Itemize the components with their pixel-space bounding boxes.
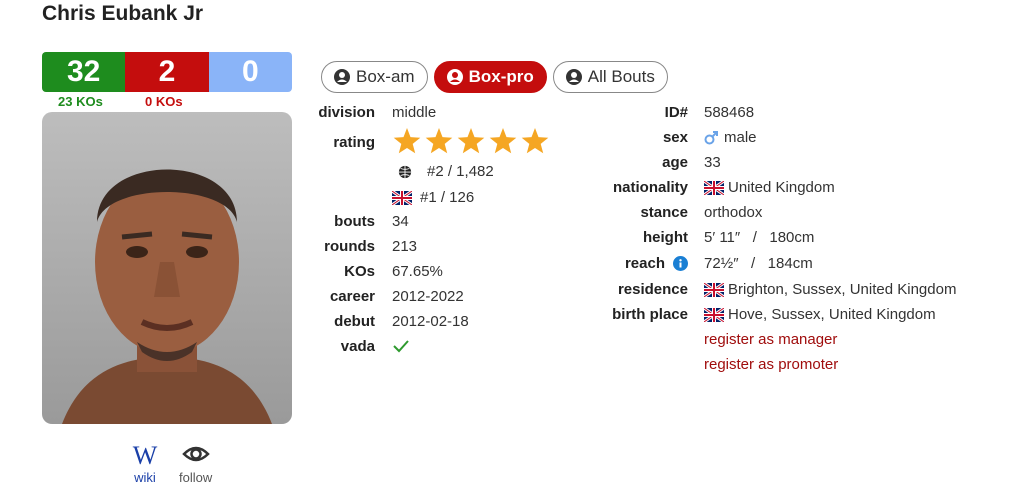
residence-label: residence bbox=[617, 281, 688, 298]
vada-check-icon bbox=[392, 338, 410, 354]
residence-row: Brighton, Sussex, United Kingdom bbox=[704, 281, 956, 298]
sex-label: sex bbox=[662, 129, 688, 146]
uk-flag-icon bbox=[704, 282, 724, 297]
career-label: career bbox=[329, 288, 375, 305]
reach-value: 72½″ / 184cm bbox=[704, 255, 813, 272]
rating-stars bbox=[392, 127, 552, 157]
globe-icon bbox=[398, 165, 412, 178]
tab-box-am[interactable]: Box-am bbox=[321, 61, 428, 93]
wins-count: 32 bbox=[42, 52, 126, 92]
age-label: age bbox=[662, 154, 688, 171]
rating-country: #1 / 126 bbox=[392, 189, 474, 206]
id-label: ID# bbox=[664, 104, 688, 121]
star-icon bbox=[457, 128, 485, 154]
vada-label: vada bbox=[340, 338, 375, 355]
follow-link[interactable]: follow bbox=[179, 440, 212, 485]
wikipedia-icon: W bbox=[130, 440, 160, 470]
rounds-label: rounds bbox=[324, 238, 375, 255]
nationality-label: nationality bbox=[612, 179, 688, 196]
kos-label: KOs bbox=[344, 263, 375, 280]
user-icon bbox=[446, 69, 463, 85]
male-icon bbox=[704, 130, 718, 144]
rounds-value: 213 bbox=[392, 238, 418, 255]
win-kos: 23 KOs bbox=[58, 94, 103, 109]
division-label: division bbox=[318, 104, 375, 121]
uk-flag-icon bbox=[392, 190, 412, 205]
reach-label: reach bbox=[624, 255, 665, 272]
wiki-label: wiki bbox=[134, 470, 156, 485]
tab-box-pro[interactable]: Box-pro bbox=[433, 61, 547, 93]
tab-label: Box-pro bbox=[468, 67, 534, 86]
nationality-row: United Kingdom bbox=[704, 179, 835, 196]
eye-icon bbox=[179, 440, 212, 468]
star-icon bbox=[489, 128, 517, 154]
wiki-link[interactable]: W wiki bbox=[130, 440, 160, 485]
star-icon bbox=[521, 128, 549, 154]
stance-value: orthodox bbox=[704, 204, 763, 221]
info-icon[interactable] bbox=[673, 256, 688, 271]
follow-label: follow bbox=[179, 470, 213, 485]
sex-row: male bbox=[704, 129, 757, 146]
birthplace-label: birth place bbox=[612, 306, 688, 323]
country-rank: #1 / 126 bbox=[420, 189, 475, 206]
register-manager-link[interactable]: register as manager bbox=[704, 331, 837, 348]
record-box: 32 2 0 bbox=[42, 52, 292, 92]
bout-tabs: Box-am Box-pro All Bouts bbox=[321, 61, 668, 93]
star-icon bbox=[393, 128, 421, 154]
birthplace-row: Hove, Sussex, United Kingdom bbox=[704, 306, 936, 323]
losses-count: 2 bbox=[125, 52, 209, 92]
height-label: height bbox=[643, 229, 688, 246]
sex-value: male bbox=[724, 129, 757, 146]
fighter-photo bbox=[42, 112, 292, 424]
kos-value: 67.65% bbox=[392, 263, 443, 280]
star-icon bbox=[425, 128, 453, 154]
debut-label: debut bbox=[334, 313, 375, 330]
stance-label: stance bbox=[640, 204, 688, 221]
uk-flag-icon bbox=[704, 180, 724, 195]
residence-value: Brighton, Sussex, United Kingdom bbox=[728, 281, 957, 298]
uk-flag-icon bbox=[704, 307, 724, 322]
age-value: 33 bbox=[704, 154, 721, 171]
career-value: 2012-2022 bbox=[392, 288, 464, 305]
register-promoter-link[interactable]: register as promoter bbox=[704, 356, 838, 373]
tab-label: All Bouts bbox=[587, 67, 655, 86]
birthplace-value: Hove, Sussex, United Kingdom bbox=[728, 306, 936, 323]
reach-label-row: reach bbox=[625, 255, 688, 272]
tab-all-bouts[interactable]: All Bouts bbox=[552, 61, 668, 93]
user-icon bbox=[565, 69, 582, 85]
fighter-name: Chris Eubank Jr bbox=[42, 2, 204, 25]
id-value: 588468 bbox=[704, 104, 755, 121]
division-value: middle bbox=[392, 104, 437, 121]
bouts-value: 34 bbox=[392, 213, 409, 230]
svg-text:W: W bbox=[133, 441, 158, 468]
nationality-value: United Kingdom bbox=[728, 179, 835, 196]
rating-label: rating bbox=[333, 134, 375, 151]
world-rank: #2 / 1,482 bbox=[427, 163, 494, 180]
user-icon bbox=[334, 69, 350, 85]
debut-value: 2012-02-18 bbox=[392, 313, 469, 330]
rating-world: #2 / 1,482 bbox=[395, 163, 494, 180]
height-value: 5′ 11″ / 180cm bbox=[704, 229, 815, 246]
tab-label: Box-am bbox=[356, 67, 415, 86]
bouts-label: bouts bbox=[334, 213, 375, 230]
draws-count: 0 bbox=[208, 52, 292, 92]
loss-kos: 0 KOs bbox=[145, 94, 183, 109]
